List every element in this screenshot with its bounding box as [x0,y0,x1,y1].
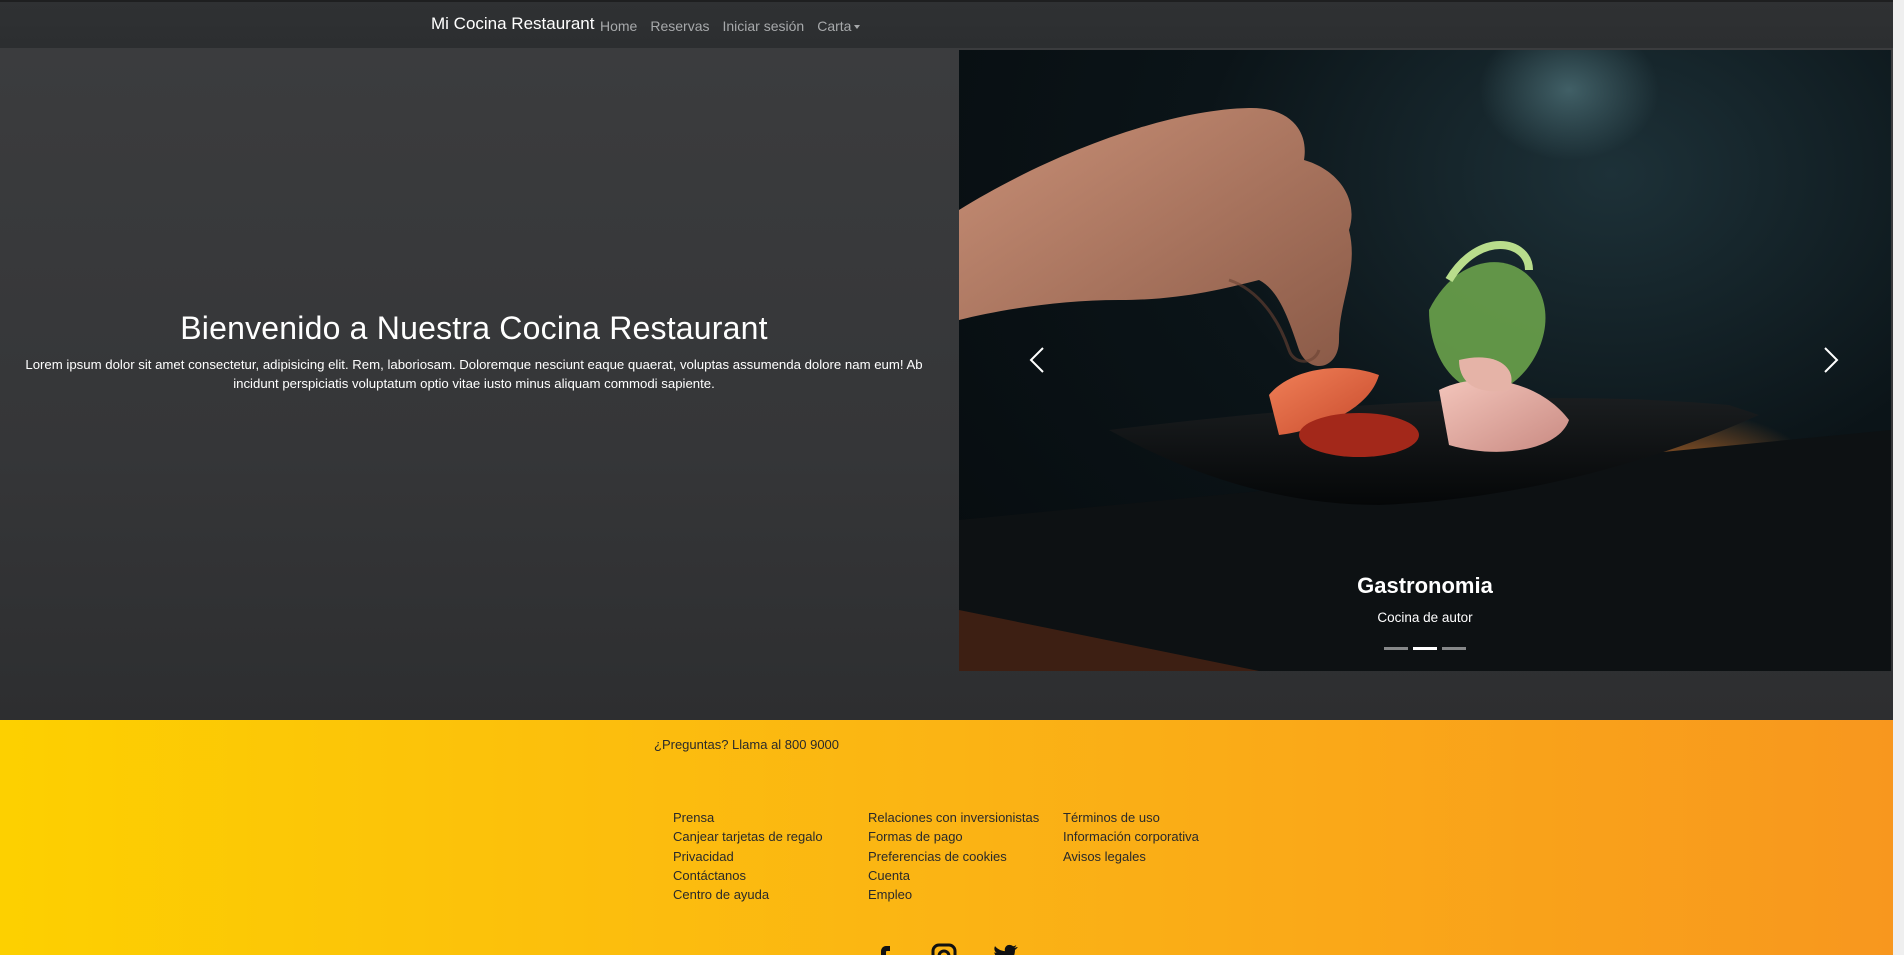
carousel-indicator-1[interactable] [1384,647,1408,650]
footer-link[interactable]: Empleo [868,885,1039,904]
nav-reservas-link[interactable]: Reservas [650,18,709,34]
footer-link[interactable]: Información corporativa [1063,827,1199,846]
carousel-prev-button[interactable] [1023,340,1053,380]
page-scrollbar[interactable] [1893,0,1904,955]
hero-text-block: Bienvenido a Nuestra Cocina Restaurant L… [0,310,948,393]
carousel-indicator-3[interactable] [1442,647,1466,650]
nav-login-link[interactable]: Iniciar sesión [723,18,805,34]
image-carousel: Gastronomia Cocina de autor [959,50,1891,671]
footer-link[interactable]: Relaciones con inversionistas [868,808,1039,827]
nav-home-link[interactable]: Home [600,18,637,34]
nav-carta-label: Carta [817,18,852,34]
footer-link[interactable]: Centro de ayuda [673,885,823,904]
carousel-next-button[interactable] [1815,340,1845,380]
footer-link[interactable]: Avisos legales [1063,847,1199,866]
footer-link[interactable]: Privacidad [673,847,823,866]
caret-down-icon [854,25,861,30]
carousel-caption-text: Cocina de autor [1377,610,1473,625]
footer-column-1: Prensa Canjear tarjetas de regalo Privac… [673,808,823,904]
nav-links: Home Reservas Iniciar sesión Carta [600,18,873,34]
twitter-icon[interactable] [988,942,1020,955]
hero-title: Bienvenido a Nuestra Cocina Restaurant [180,310,768,346]
footer-link[interactable]: Preferencias de cookies [868,847,1039,866]
chevron-right-icon [1824,347,1839,373]
brand-link[interactable]: Mi Cocina Restaurant [431,14,594,34]
carousel-caption-title: Gastronomia [1357,573,1493,598]
footer-call-text: ¿Preguntas? Llama al 800 9000 [654,737,840,752]
social-links [868,942,1020,955]
footer-link[interactable]: Prensa [673,808,823,827]
footer-column-2: Relaciones con inversionistas Formas de … [868,808,1039,904]
footer-link[interactable]: Formas de pago [868,827,1039,846]
footer-column-3: Términos de uso Información corporativa … [1063,808,1199,866]
hero-description: Lorem ipsum dolor sit amet consectetur, … [25,357,923,391]
footer-link[interactable]: Cuenta [868,866,1039,885]
carousel-indicators [1384,647,1466,650]
footer-link[interactable]: Canjear tarjetas de regalo [673,827,823,846]
facebook-icon[interactable] [868,942,900,955]
carousel-indicator-2[interactable] [1413,647,1437,650]
chevron-left-icon [1029,347,1044,373]
top-navbar: Mi Cocina Restaurant Home Reservas Inici… [0,0,1904,48]
footer-link[interactable]: Contáctanos [673,866,823,885]
footer-link[interactable]: Términos de uso [1063,808,1199,827]
nav-carta-dropdown[interactable]: Carta [817,18,861,34]
site-footer: ¿Preguntas? Llama al 800 9000 Prensa Can… [0,720,1893,955]
instagram-icon[interactable] [928,942,960,955]
